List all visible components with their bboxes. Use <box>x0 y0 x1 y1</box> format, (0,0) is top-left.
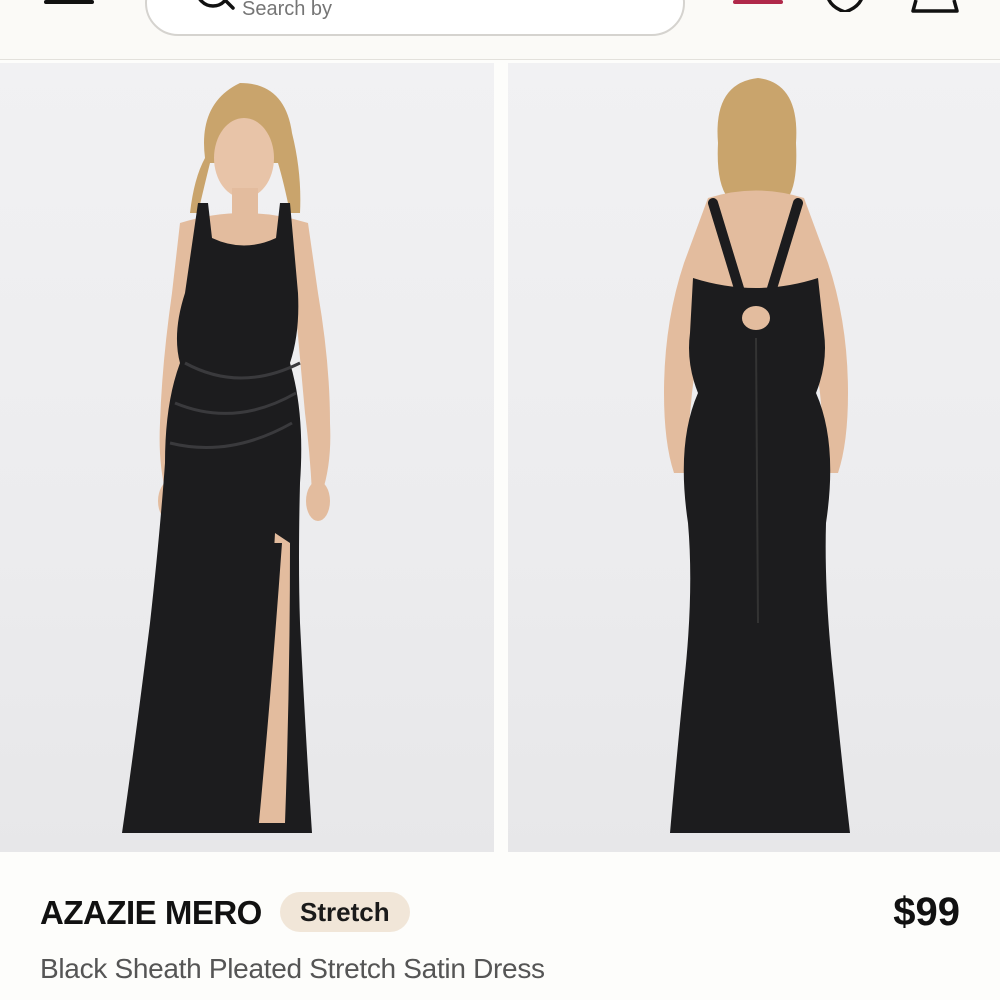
search-bar[interactable] <box>145 0 685 36</box>
hamburger-menu-icon[interactable] <box>44 0 96 8</box>
front-view-illustration <box>122 83 331 833</box>
search-icon <box>198 0 235 10</box>
stretch-badge: Stretch <box>280 892 410 932</box>
product-price: $99 <box>893 890 960 934</box>
back-view-illustration <box>664 78 850 833</box>
product-image-front[interactable] <box>0 63 494 852</box>
account-icon[interactable] <box>733 0 785 8</box>
search-input[interactable] <box>242 0 642 24</box>
product-title[interactable]: Black Sheath Pleated Stretch Satin Dress <box>40 953 545 985</box>
heart-icon[interactable] <box>825 0 865 12</box>
product-image-gallery[interactable] <box>0 60 1000 852</box>
shopping-bag-icon[interactable] <box>910 0 960 14</box>
product-image-back[interactable] <box>508 63 1000 852</box>
product-info: AZAZIE MERO Stretch $99 Black Sheath Ple… <box>0 852 1000 1000</box>
top-header <box>0 0 1000 60</box>
brand-name[interactable]: AZAZIE MERO <box>40 894 262 932</box>
